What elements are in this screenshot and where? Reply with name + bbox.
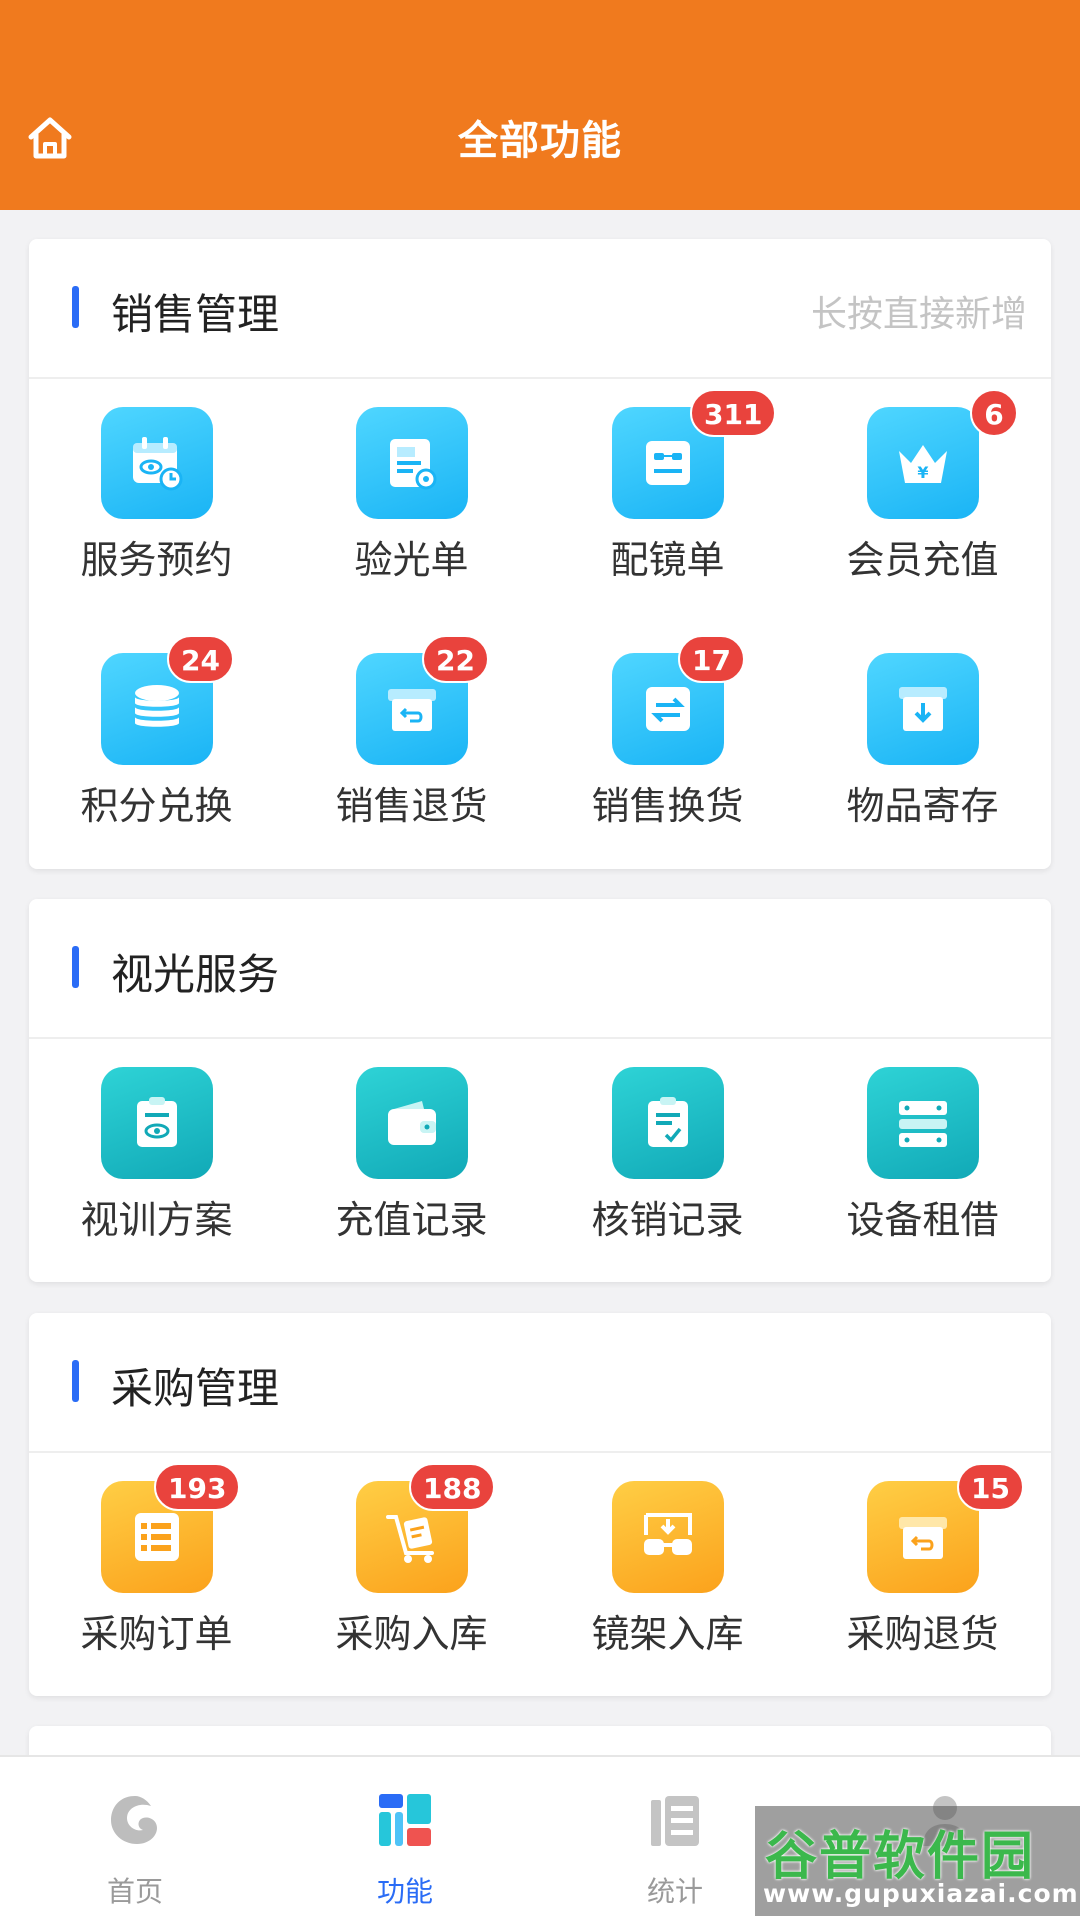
svg-text:¥: ¥	[917, 463, 928, 482]
function-service-appointment[interactable]: 服务预约	[29, 379, 284, 582]
statistics-icon	[642, 1787, 708, 1853]
function-recharge-record[interactable]: 充值记录	[284, 1039, 539, 1242]
count-badge: 193	[154, 1463, 241, 1511]
watermark-logo-text: 谷普软件园	[765, 1827, 1036, 1887]
tab-functions[interactable]: 功能	[270, 1757, 540, 1920]
function-label: 充值记录	[335, 1198, 488, 1242]
crown-yen-icon: ¥	[867, 407, 979, 519]
clipboard-check-icon	[612, 1067, 724, 1179]
function-label: 服务预约	[80, 538, 233, 582]
section-accent-bar	[72, 946, 79, 988]
count-badge: 15	[957, 1463, 1024, 1511]
function-label: 物品寄存	[846, 784, 999, 828]
function-label: 采购退货	[846, 1612, 999, 1656]
function-label: 销售退货	[335, 784, 488, 828]
function-label: 会员充值	[846, 538, 999, 582]
function-label: 镜架入库	[591, 1612, 744, 1656]
function-sales-return[interactable]: 22 销售退货	[284, 625, 539, 828]
count-badge: 17	[678, 635, 745, 683]
function-label: 核销记录	[591, 1198, 744, 1242]
tab-label: 首页	[106, 1875, 163, 1908]
function-label: 采购订单	[80, 1612, 233, 1656]
section-header: 采购管理	[29, 1313, 1051, 1453]
count-badge: 22	[422, 635, 489, 683]
box-download-icon	[867, 653, 979, 765]
function-label: 积分兑换	[80, 784, 233, 828]
function-item-storage[interactable]: 物品寄存	[795, 625, 1050, 828]
calendar-eye-icon	[101, 407, 213, 519]
function-member-recharge[interactable]: ¥ 6 会员充值	[795, 379, 1050, 582]
watermark: 谷普软件园 www.gupuxiazai.com	[755, 1806, 1080, 1916]
function-points-exchange[interactable]: 24 积分兑换	[29, 625, 284, 828]
function-grid-icon	[372, 1787, 438, 1853]
section-title: 采购管理	[111, 1364, 280, 1413]
function-label: 视训方案	[80, 1198, 233, 1242]
long-press-hint: 长按直接新增	[810, 294, 1027, 335]
function-vision-training-plan[interactable]: 视训方案	[29, 1039, 284, 1242]
top-bar: 全部功能	[0, 0, 1080, 210]
function-glasses-order[interactable]: 311 配镜单	[540, 379, 795, 582]
function-label: 配镜单	[610, 538, 725, 582]
section-title: 销售管理	[111, 290, 280, 339]
function-label: 采购入库	[335, 1612, 488, 1656]
count-badge: 188	[409, 1463, 496, 1511]
count-badge: 311	[690, 389, 777, 437]
tab-label: 功能	[376, 1875, 433, 1908]
wallet-icon	[356, 1067, 468, 1179]
section-header: 视光服务	[29, 899, 1051, 1039]
server-rack-icon	[867, 1067, 979, 1179]
tab-home[interactable]: 首页	[0, 1757, 270, 1920]
glasses-in-icon	[612, 1481, 724, 1593]
function-purchase-inbound[interactable]: 188 采购入库	[284, 1453, 539, 1656]
section-title: 视光服务	[111, 950, 280, 999]
count-badge: 24	[167, 635, 234, 683]
function-label: 销售换货	[591, 784, 744, 828]
section-accent-bar	[72, 286, 79, 328]
section-purchase-management: 采购管理 193 采购订单 188 采购入库 镜架入库 15 采购退货	[29, 1313, 1051, 1696]
function-writeoff-record[interactable]: 核销记录	[540, 1039, 795, 1242]
section-header: 销售管理 长按直接新增	[29, 239, 1051, 379]
function-purchase-return[interactable]: 15 采购退货	[795, 1453, 1050, 1656]
document-search-icon	[356, 407, 468, 519]
function-label: 设备租借	[846, 1198, 999, 1242]
function-frame-inbound[interactable]: 镜架入库	[540, 1453, 795, 1656]
watermark-url: www.gupuxiazai.com	[763, 1879, 1079, 1908]
function-refraction-form[interactable]: 验光单	[284, 379, 539, 582]
section-sales-management: 销售管理 长按直接新增 服务预约 验光单 311 配镜单 ¥ 6 会员充值 24…	[29, 239, 1051, 869]
count-badge: 6	[970, 389, 1018, 437]
home-swirl-icon	[102, 1787, 168, 1853]
section-vision-service: 视光服务 视训方案 充值记录 核销记录 设备租借	[29, 899, 1051, 1282]
page-title: 全部功能	[458, 118, 622, 164]
function-label: 验光单	[354, 538, 469, 582]
function-equipment-rental[interactable]: 设备租借	[795, 1039, 1050, 1242]
function-purchase-order[interactable]: 193 采购订单	[29, 1453, 284, 1656]
section-accent-bar	[72, 1360, 79, 1402]
clipboard-eye-icon	[101, 1067, 213, 1179]
function-sales-exchange[interactable]: 17 销售换货	[540, 625, 795, 828]
